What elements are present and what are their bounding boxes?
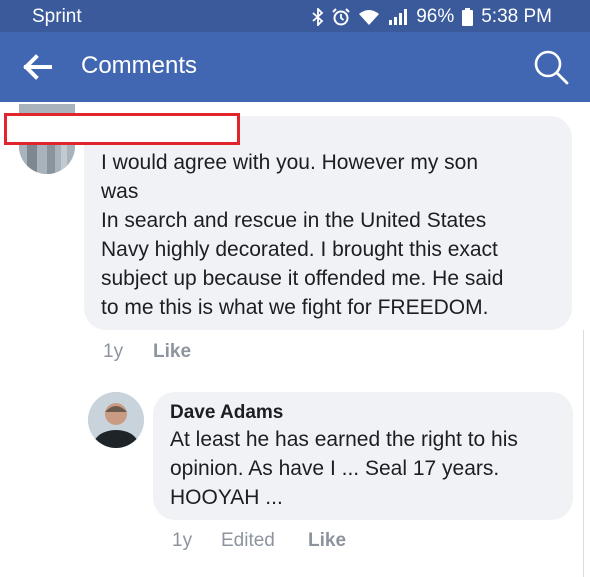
search-button[interactable]	[532, 48, 570, 86]
status-icons: 96% 5:38 PM	[304, 6, 552, 28]
like-button[interactable]: Like	[153, 341, 191, 363]
wifi-icon	[358, 9, 380, 26]
app-bar: Comments	[0, 32, 590, 102]
avatar-photo	[88, 392, 144, 448]
status-bar: Sprint 96% 5:38 PM	[0, 0, 590, 32]
signal-icon	[388, 9, 408, 25]
avatar[interactable]	[88, 392, 144, 448]
comment-age[interactable]: 1y	[103, 341, 123, 363]
page-title: Comments	[81, 52, 198, 79]
reply-age[interactable]: 1y	[172, 530, 192, 552]
bluetooth-icon	[312, 8, 324, 26]
carrier-name: Sprint	[32, 6, 82, 27]
clock: 5:38 PM	[481, 6, 552, 27]
battery-icon	[462, 8, 474, 26]
reply-author[interactable]: Dave Adams	[170, 402, 283, 424]
back-arrow-icon	[23, 54, 52, 80]
edited-label[interactable]: Edited	[221, 530, 275, 552]
redaction-box	[4, 113, 240, 145]
like-button[interactable]: Like	[308, 530, 346, 552]
reply-text: At least he has earned the right to his …	[170, 428, 518, 509]
comment-text: I would agree with you. However my son w…	[101, 151, 504, 319]
alarm-icon	[332, 8, 350, 26]
scrollbar[interactable]	[583, 330, 590, 577]
battery-percent: 96%	[416, 6, 455, 27]
search-icon	[534, 50, 569, 85]
back-button[interactable]	[22, 52, 56, 82]
